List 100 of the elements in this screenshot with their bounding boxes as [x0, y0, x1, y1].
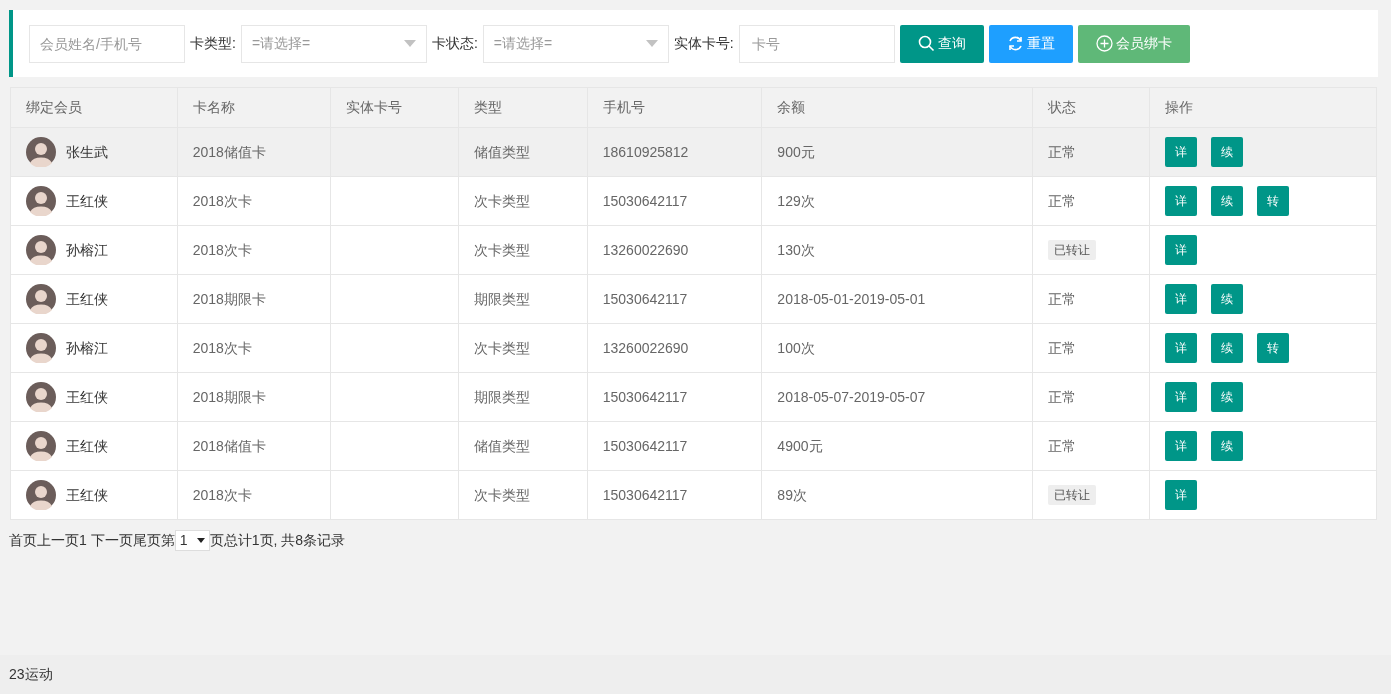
table-row[interactable]: 王红侠 2018期限卡 期限类型 15030642117 2018-05-01-2019-05-01 正常 详 续: [11, 274, 1376, 323]
table-cell-text: 100次: [777, 338, 815, 358]
action-button[interactable]: 详: [1164, 431, 1197, 461]
plus-circle-icon: [1095, 35, 1113, 52]
status-text: 正常: [1047, 436, 1076, 456]
caret-icon: [196, 538, 205, 543]
member-name: 张生武: [66, 142, 108, 162]
status-text: 正常: [1047, 338, 1076, 358]
avatar-icon: [26, 186, 56, 216]
footer-text: 23运动: [9, 665, 53, 684]
table-cell-text: 2018-05-07-2019-05-07: [777, 387, 926, 407]
page-select[interactable]: 1: [174, 530, 210, 551]
pagination-link[interactable]: 下一页: [90, 530, 133, 551]
status-badge: 已转让: [1047, 485, 1096, 505]
card-status-select[interactable]: =请选择=: [482, 24, 669, 63]
action-button[interactable]: 详: [1164, 333, 1197, 363]
avatar-icon: [26, 284, 56, 314]
status-text: 正常: [1047, 387, 1076, 407]
action-button[interactable]: 详: [1164, 235, 1197, 265]
avatar-icon: [26, 137, 56, 167]
action-button[interactable]: 详: [1164, 284, 1197, 314]
refresh-icon: [1006, 35, 1024, 52]
card-number-field[interactable]: 卡号: [738, 24, 895, 63]
table-cell-text: 900元: [777, 142, 815, 162]
action-button[interactable]: 详: [1164, 480, 1197, 510]
table-cell-text: 18610925812: [602, 142, 689, 162]
table-row[interactable]: 王红侠 2018储值卡 储值类型 15030642117 4900元 正常 详 续: [11, 421, 1376, 470]
table-cell-text: 4900元: [777, 436, 823, 456]
table-cell-text: 15030642117: [602, 485, 688, 505]
table-cell-text: 2018期限卡: [192, 387, 266, 407]
search-button[interactable]: 查询: [899, 24, 984, 63]
avatar-icon: [26, 480, 56, 510]
table-cell-text: 15030642117: [602, 387, 688, 407]
action-button[interactable]: 续: [1210, 284, 1243, 314]
table-cell-text: 89次: [777, 485, 807, 505]
table-row[interactable]: 王红侠 2018次卡 次卡类型 15030642117 129次 正常 详 续 转: [11, 176, 1376, 225]
table-cell-text: 2018-05-01-2019-05-01: [777, 289, 926, 309]
action-button[interactable]: 续: [1210, 137, 1243, 167]
table-cell-text: 次卡类型: [474, 191, 530, 211]
action-button[interactable]: 转: [1256, 333, 1289, 363]
member-name: 孙榕江: [66, 240, 108, 260]
table-cell-text: 2018储值卡: [192, 436, 266, 456]
table-row[interactable]: 张生武 2018储值卡 储值类型 18610925812 900元 正常 详 续: [11, 127, 1376, 176]
pagination-link[interactable]: 1: [79, 530, 87, 551]
table-cell-text: 15030642117: [602, 289, 688, 309]
avatar-icon: [26, 333, 56, 363]
page-summary: 页总计1页, 共8条记录: [209, 531, 346, 550]
column-header: 操作: [1163, 98, 1194, 117]
table-row[interactable]: 王红侠 2018次卡 次卡类型 15030642117 89次 已转让 详: [11, 470, 1376, 519]
avatar-icon: [26, 235, 56, 265]
page-label: 第: [160, 531, 175, 550]
table-cell-text: 2018次卡: [192, 485, 252, 505]
table-cell-text: 2018次卡: [192, 191, 252, 211]
table-cell-text: 次卡类型: [474, 338, 530, 358]
action-button[interactable]: 续: [1210, 186, 1243, 216]
table-cell-text: 期限类型: [474, 289, 530, 309]
table-cell-text: 次卡类型: [474, 485, 530, 505]
status-text: 正常: [1047, 142, 1076, 162]
table-cell-text: 2018储值卡: [192, 142, 266, 162]
member-name: 王红侠: [66, 485, 108, 505]
table-cell-text: 130次: [777, 240, 815, 260]
table-cell-text: 储值类型: [474, 436, 530, 456]
table-cell-text: 储值类型: [474, 142, 530, 162]
search-icon: [917, 35, 935, 52]
table-row[interactable]: 王红侠 2018期限卡 期限类型 15030642117 2018-05-07-2019-05-07 正常 详 续: [11, 372, 1376, 421]
action-button[interactable]: 详: [1164, 137, 1197, 167]
member-name: 孙榕江: [66, 338, 108, 358]
action-button[interactable]: 续: [1210, 431, 1243, 461]
avatar-icon: [26, 431, 56, 461]
table-cell-text: 15030642117: [602, 436, 688, 456]
caret-icon: [403, 40, 416, 47]
reset-button[interactable]: 重置: [988, 24, 1073, 63]
table-cell-text: 13260022690: [602, 338, 689, 358]
member-name: 王红侠: [66, 436, 108, 456]
pagination-link[interactable]: 尾页: [132, 530, 161, 551]
member-name: 王红侠: [66, 387, 108, 407]
action-button[interactable]: 转: [1256, 186, 1289, 216]
member-name: 王红侠: [66, 289, 108, 309]
action-button[interactable]: 续: [1210, 333, 1243, 363]
pagination-link[interactable]: 首页: [9, 530, 37, 551]
caret-icon: [645, 40, 658, 47]
status-text: 正常: [1047, 191, 1076, 211]
card-type-label: 卡类型:: [190, 34, 236, 53]
table-cell-text: 2018次卡: [192, 338, 252, 358]
pagination-link[interactable]: 上一页: [37, 530, 79, 551]
member-search-field[interactable]: 会员姓名/手机号: [29, 24, 185, 63]
table-row[interactable]: 孙榕江 2018次卡 次卡类型 13260022690 130次 已转让 详: [11, 225, 1376, 274]
action-button[interactable]: 续: [1210, 382, 1243, 412]
action-button[interactable]: 详: [1164, 382, 1197, 412]
table-row[interactable]: 孙榕江 2018次卡 次卡类型 13260022690 100次 正常 详 续 转: [11, 323, 1376, 372]
table-cell-text: 次卡类型: [474, 240, 530, 260]
card-type-select[interactable]: =请选择=: [240, 24, 427, 63]
card-status-label: 卡状态:: [431, 34, 478, 53]
table-cell-text: 期限类型: [474, 387, 530, 407]
action-button[interactable]: 详: [1164, 186, 1197, 216]
status-badge: 已转让: [1047, 240, 1096, 260]
status-text: 正常: [1047, 289, 1076, 309]
avatar-icon: [26, 382, 56, 412]
bind-button[interactable]: 会员绑卡: [1077, 24, 1190, 63]
table-cell-text: 15030642117: [602, 191, 688, 211]
